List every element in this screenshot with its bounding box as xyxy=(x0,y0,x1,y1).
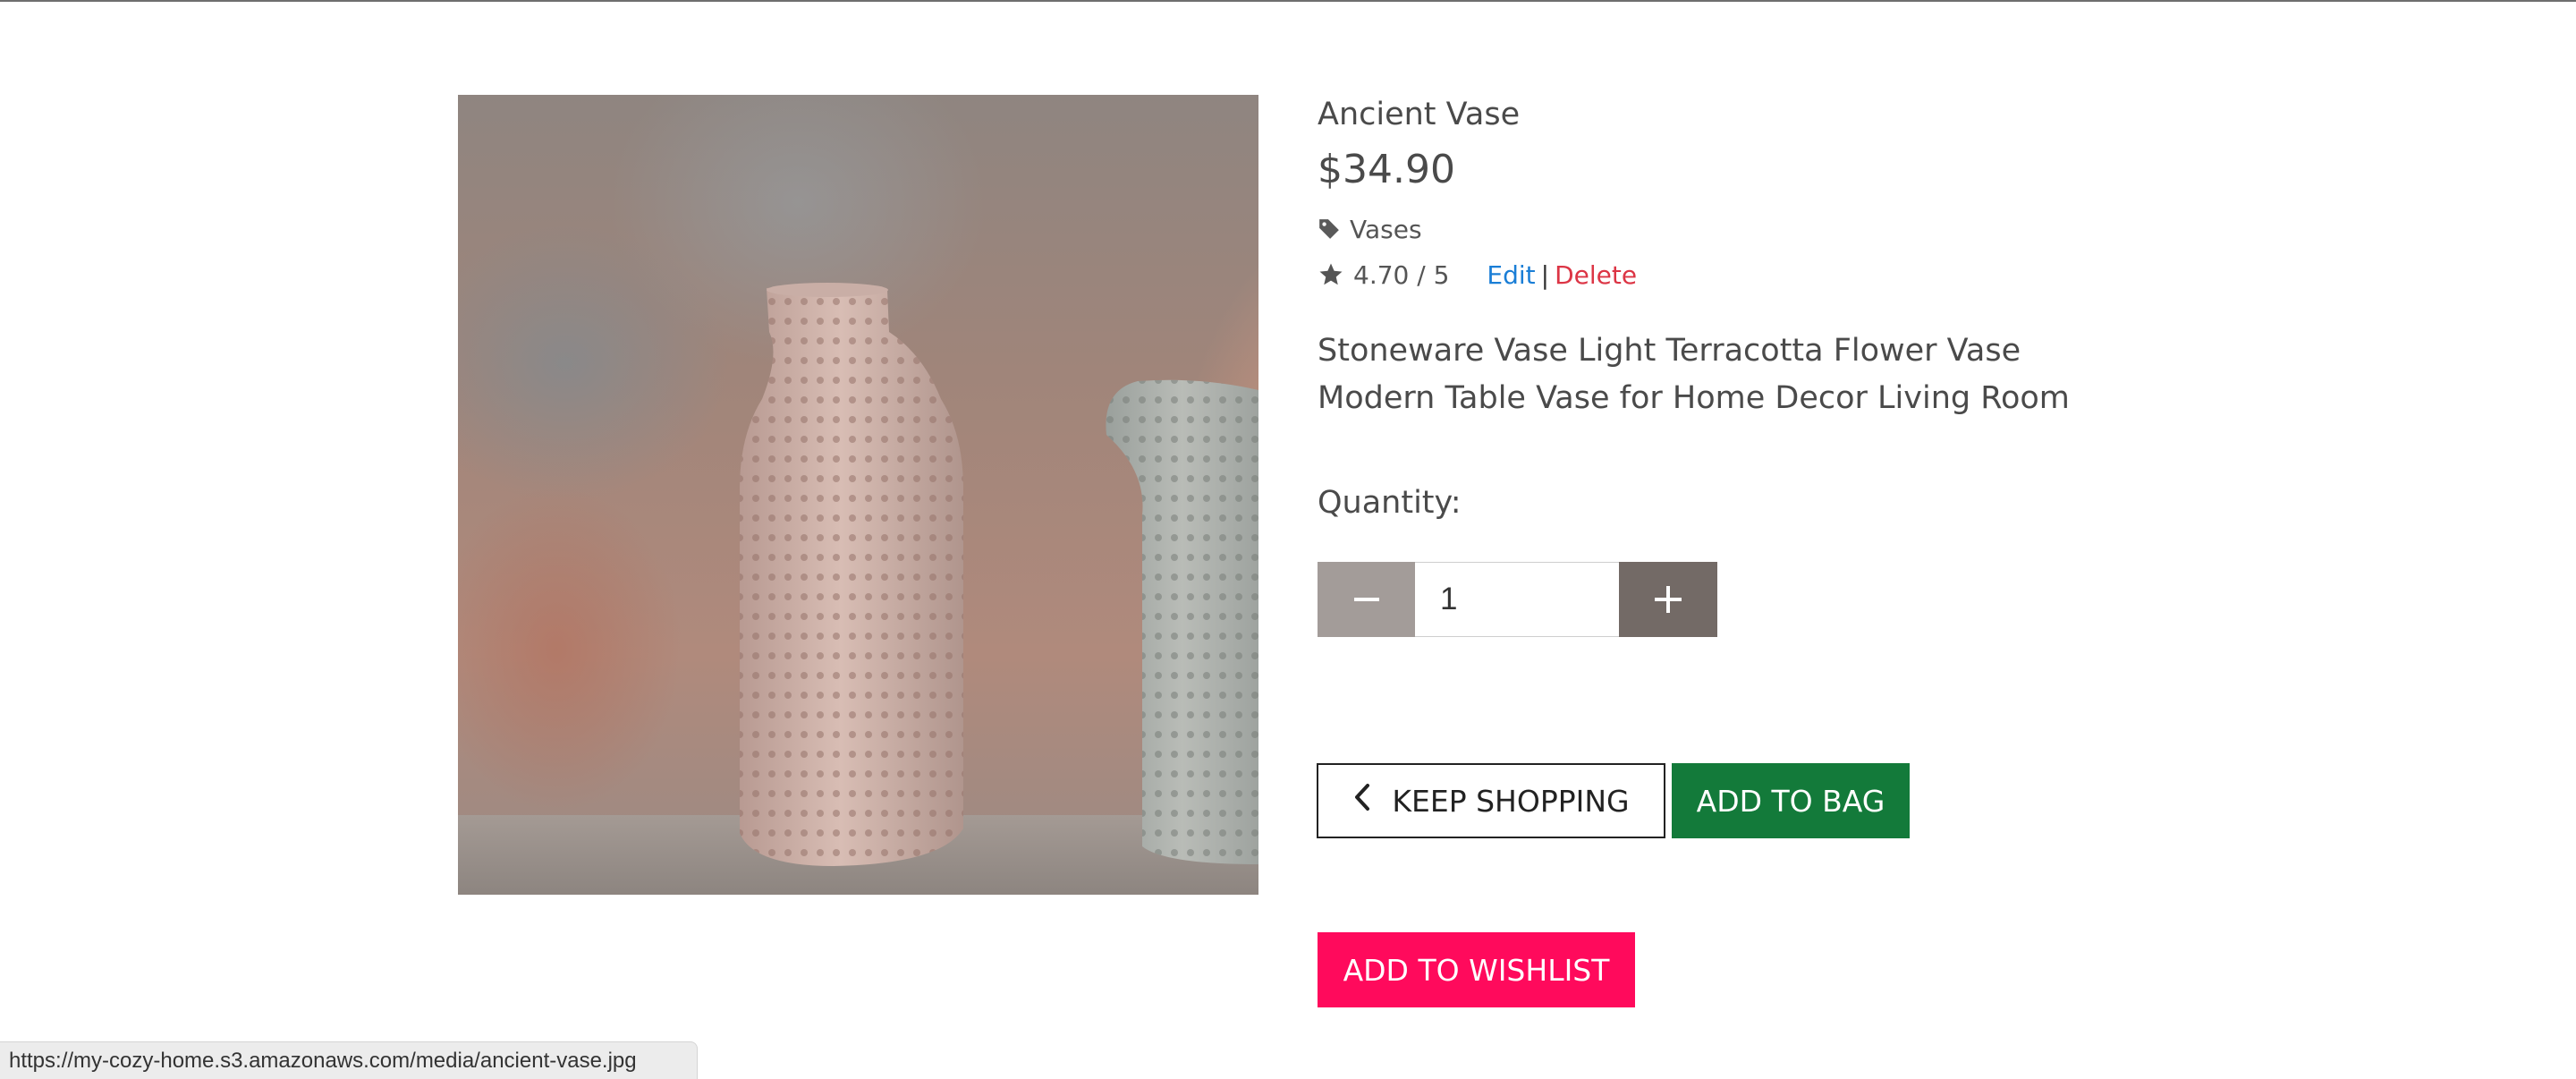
delete-link[interactable]: Delete xyxy=(1555,260,1637,290)
product-category[interactable]: Vases xyxy=(1318,211,1422,247)
keep-shopping-label: KEEP SHOPPING xyxy=(1392,783,1630,819)
product-description: Stoneware Vase Light Terracotta Flower V… xyxy=(1318,333,2070,416)
quantity-label: Quantity: xyxy=(1318,485,1462,521)
product-title: Ancient Vase xyxy=(1318,97,1521,132)
quantity-input[interactable] xyxy=(1415,562,1619,637)
decrement-button[interactable] xyxy=(1318,562,1415,637)
rating-value: 4.70 / 5 xyxy=(1353,259,1450,290)
category-label: Vases xyxy=(1350,214,1422,244)
chevron-left-icon xyxy=(1352,783,1372,819)
link-separator: | xyxy=(1540,259,1550,290)
tag-icon xyxy=(1318,217,1341,241)
rating-row: 4.70 / 5 Edit | Delete xyxy=(1318,257,1637,293)
edit-link[interactable]: Edit xyxy=(1487,260,1535,290)
top-border xyxy=(0,0,2576,2)
product-image[interactable] xyxy=(458,95,1258,895)
add-to-bag-button[interactable]: ADD TO BAG xyxy=(1672,763,1910,838)
minus-icon xyxy=(1353,598,1379,601)
quantity-stepper xyxy=(1318,562,1717,637)
status-bar-url: https://my-cozy-home.s3.amazonaws.com/me… xyxy=(0,1041,698,1079)
increment-button[interactable] xyxy=(1619,562,1717,637)
vase-photo xyxy=(458,283,1258,895)
add-to-wishlist-button[interactable]: ADD TO WISHLIST xyxy=(1318,932,1635,1007)
product-price: $34.90 xyxy=(1318,147,1455,192)
keep-shopping-button[interactable]: KEEP SHOPPING xyxy=(1317,763,1665,838)
plus-icon xyxy=(1655,586,1682,613)
star-icon xyxy=(1318,261,1344,288)
